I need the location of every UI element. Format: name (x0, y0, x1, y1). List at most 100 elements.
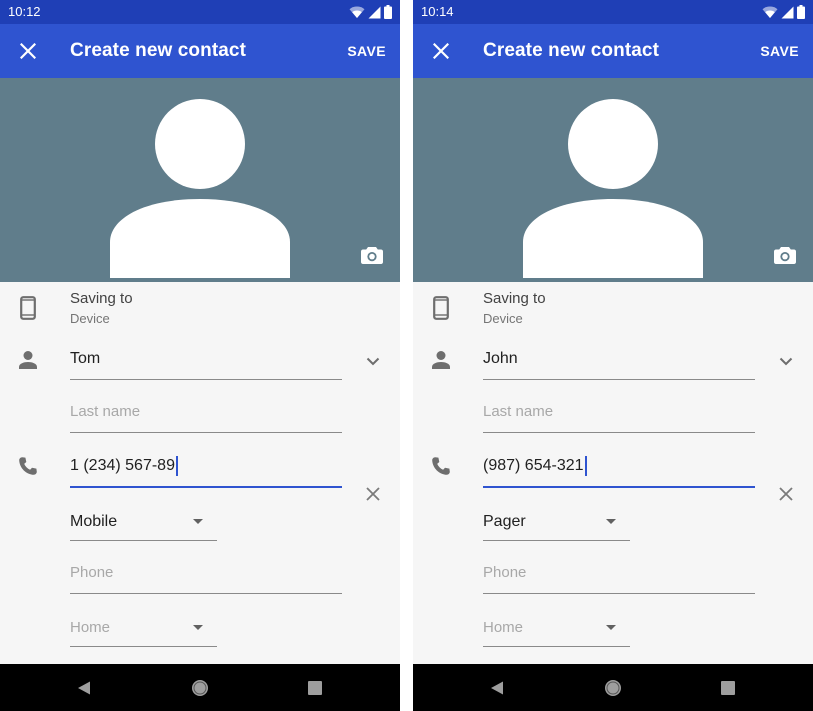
contact-photo-area[interactable] (413, 78, 813, 282)
saving-to-account[interactable]: Device (483, 311, 523, 327)
phone-field[interactable]: 1 (234) 567-89 (70, 450, 342, 488)
status-bar: 10:12 (0, 0, 400, 24)
contact-form: Saving to Device Tom Last name 1 (234) 5… (0, 282, 400, 664)
phone2-field[interactable]: Phone (70, 557, 342, 594)
phone-value-text: 1 (234) 567-89 (70, 457, 175, 474)
close-button[interactable] (14, 37, 42, 65)
phone2-type-value: Home (70, 619, 111, 636)
contact-form: Saving to Device John Last name (987) 65… (413, 282, 813, 664)
home-icon (192, 680, 208, 696)
last-name-field[interactable]: Last name (483, 396, 755, 433)
phone-value-text: (987) 654-321 (483, 457, 584, 474)
first-name-value: John (483, 350, 518, 367)
saving-to-label: Saving to (70, 290, 133, 307)
back-icon (78, 681, 90, 695)
change-photo-button[interactable] (358, 243, 386, 267)
name-row-icon (16, 348, 40, 372)
clear-icon (779, 487, 793, 501)
phone2-placeholder: Phone (483, 564, 527, 581)
phone-type-dropdown[interactable]: Mobile (70, 504, 217, 541)
smartphone-icon (20, 296, 36, 320)
back-icon (491, 681, 503, 695)
last-name-placeholder: Last name (70, 403, 141, 420)
phone-type-dropdown[interactable]: Pager (483, 504, 630, 541)
camera-icon (774, 247, 796, 264)
phone2-field[interactable]: Phone (483, 557, 755, 594)
text-cursor (175, 456, 178, 476)
battery-icon (797, 5, 805, 19)
nav-back-button[interactable] (485, 676, 509, 700)
phone-screen-2: 10:14 Create new contact SAVE Saving to … (413, 0, 813, 711)
person-icon (432, 351, 450, 369)
dropdown-arrow-icon (606, 519, 616, 524)
close-button[interactable] (427, 37, 455, 65)
phone-row-icon (16, 454, 40, 478)
contact-photo-area[interactable] (0, 78, 400, 282)
wifi-icon (762, 6, 778, 18)
nav-home-button[interactable] (601, 676, 625, 700)
text-cursor (584, 456, 587, 476)
saving-to-account[interactable]: Device (70, 311, 110, 327)
save-button[interactable]: SAVE (347, 42, 386, 60)
phone-screen-1: 10:12 Create new contact SAVE Saving to … (0, 0, 400, 711)
status-icons (349, 4, 392, 20)
dropdown-arrow-icon (193, 625, 203, 630)
system-nav-bar (0, 664, 400, 711)
phone-row-icon (429, 454, 453, 478)
recents-icon (721, 681, 735, 695)
phone-field[interactable]: (987) 654-321 (483, 450, 755, 488)
nav-recents-button[interactable] (716, 676, 740, 700)
save-button[interactable]: SAVE (760, 42, 799, 60)
expand-name-fields-button[interactable] (362, 350, 384, 372)
dropdown-arrow-icon (606, 625, 616, 630)
nav-back-button[interactable] (72, 676, 96, 700)
nav-home-button[interactable] (188, 676, 212, 700)
app-bar: Create new contact SAVE (413, 24, 813, 78)
signal-icon (781, 6, 794, 18)
avatar-placeholder (110, 99, 290, 278)
remove-phone-button[interactable] (362, 483, 384, 505)
phone-value: 1 (234) 567-89 (70, 456, 178, 476)
battery-icon (384, 5, 392, 19)
last-name-field[interactable]: Last name (70, 396, 342, 433)
page-title: Create new contact (70, 40, 247, 61)
app-bar: Create new contact SAVE (0, 24, 400, 78)
camera-icon (361, 247, 383, 264)
expand-name-fields-button[interactable] (775, 350, 797, 372)
phone2-type-dropdown[interactable]: Home (483, 610, 630, 647)
phone-value: (987) 654-321 (483, 456, 587, 476)
name-row-icon (429, 348, 453, 372)
device-row-icon (16, 296, 40, 320)
wifi-icon (349, 6, 365, 18)
phone-type-value: Pager (483, 513, 526, 530)
first-name-field[interactable]: John (483, 343, 755, 380)
chevron-down-icon (366, 357, 380, 365)
phone-icon (432, 457, 450, 475)
phone2-placeholder: Phone (70, 564, 114, 581)
close-icon (433, 43, 449, 59)
dropdown-arrow-icon (193, 519, 203, 524)
screens-container: 10:12 Create new contact SAVE Saving to … (0, 0, 813, 711)
person-icon (19, 351, 37, 369)
saving-to-label: Saving to (483, 290, 546, 307)
phone2-type-dropdown[interactable]: Home (70, 610, 217, 647)
phone2-type-value: Home (483, 619, 524, 636)
system-nav-bar (413, 664, 813, 711)
first-name-field[interactable]: Tom (70, 343, 342, 380)
change-photo-button[interactable] (771, 243, 799, 267)
avatar-placeholder (523, 99, 703, 278)
status-bar: 10:14 (413, 0, 813, 24)
phone-type-value: Mobile (70, 513, 118, 530)
status-time: 10:14 (421, 4, 454, 19)
chevron-down-icon (779, 357, 793, 365)
close-icon (20, 43, 36, 59)
smartphone-icon (433, 296, 449, 320)
last-name-placeholder: Last name (483, 403, 554, 420)
nav-recents-button[interactable] (303, 676, 327, 700)
first-name-value: Tom (70, 350, 101, 367)
remove-phone-button[interactable] (775, 483, 797, 505)
clear-icon (366, 487, 380, 501)
status-time: 10:12 (8, 4, 41, 19)
home-icon (605, 680, 621, 696)
recents-icon (308, 681, 322, 695)
